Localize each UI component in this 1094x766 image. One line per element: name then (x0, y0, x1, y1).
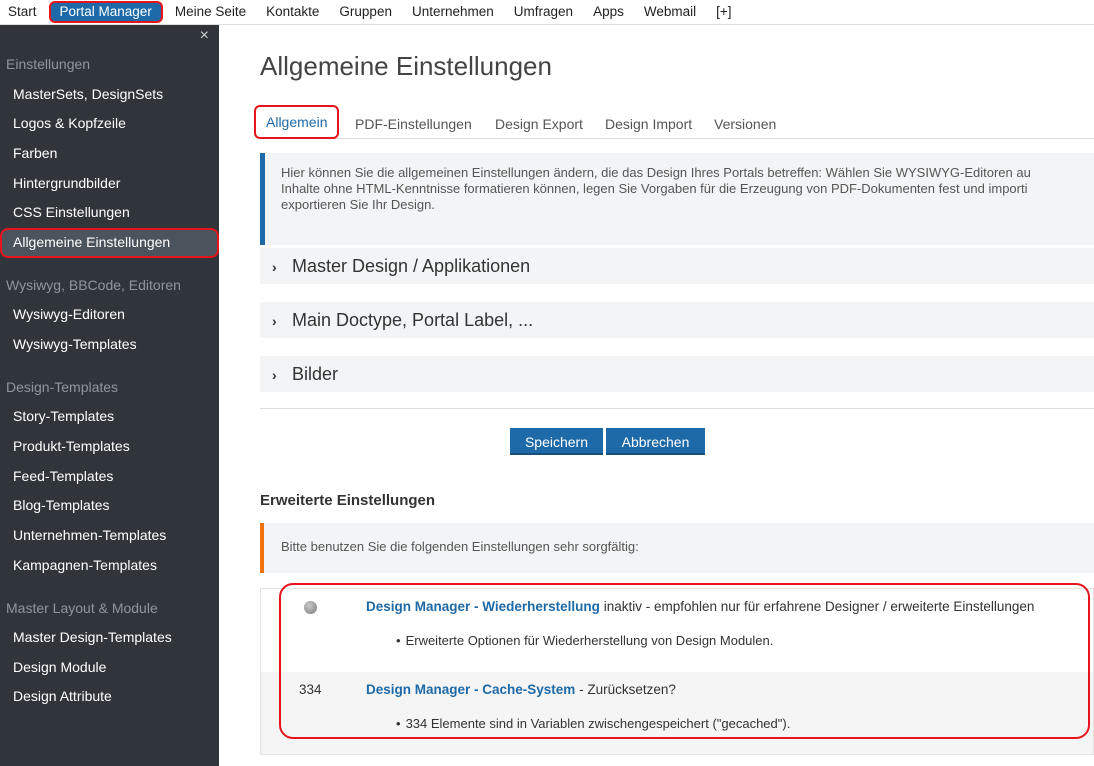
chevron-right-icon: › (272, 259, 277, 275)
sidebar-item-farben[interactable]: Farben (13, 145, 57, 161)
sidebar-item-allgemeine-einstellungen[interactable]: Allgemeine Einstellungen (13, 234, 170, 250)
nav-umfragen[interactable]: Umfragen (504, 0, 583, 24)
nav-portal-manager[interactable]: Portal Manager (48, 1, 163, 23)
sidebar-group-einstellungen: Einstellungen (6, 56, 91, 72)
sidebar-item-hintergrundbilder[interactable]: Hintergrundbilder (13, 175, 120, 191)
status-inactive-icon (304, 601, 317, 614)
info-line: exportieren Sie Ihr Design. (281, 197, 435, 212)
option-description: 334 Elemente sind in Variablen zwischeng… (396, 716, 791, 731)
nav-apps[interactable]: Apps (583, 0, 634, 24)
info-box: Hier können Sie die allgemeinen Einstell… (260, 153, 1094, 245)
tab-versionen[interactable]: Versionen (714, 111, 776, 137)
save-button[interactable]: Speichern (510, 428, 603, 455)
nav-unternehmen[interactable]: Unternehmen (402, 0, 504, 24)
sidebar-item-story-templates[interactable]: Story-Templates (13, 408, 114, 424)
tab-bar: Allgemein PDF-Einstellungen Design Expor… (254, 105, 1094, 139)
page-title: Allgemeine Einstellungen (260, 51, 552, 81)
option-description: Erweiterte Optionen für Wiederherstellun… (396, 633, 774, 648)
option-title: Design Manager - Cache-System - Zurückse… (366, 682, 676, 697)
divider (260, 408, 1094, 409)
tab-design-export[interactable]: Design Export (495, 111, 583, 137)
sidebar-item-kampagnen-templates[interactable]: Kampagnen-Templates (13, 557, 157, 573)
option-reset-text: - Zurücksetzen? (575, 682, 676, 697)
accordion-master-design[interactable]: › Master Design / Applikationen (260, 248, 1094, 284)
sidebar-item-master-design-templates[interactable]: Master Design-Templates (13, 629, 172, 645)
sidebar-item-wysiwyg-templates[interactable]: Wysiwyg-Templates (13, 336, 137, 352)
sidebar-item-design-module[interactable]: Design Module (13, 659, 106, 675)
warning-box: Bitte benutzen Sie die folgenden Einstel… (260, 523, 1094, 573)
tab-pdf-einstellungen[interactable]: PDF-Einstellungen (355, 111, 472, 137)
tab-allgemein[interactable]: Allgemein (254, 105, 340, 139)
nav-meine-seite[interactable]: Meine Seite (165, 0, 256, 24)
sidebar-item-css[interactable]: CSS Einstellungen (13, 204, 130, 220)
close-icon[interactable]: × (200, 27, 209, 45)
advanced-settings-heading: Erweiterte Einstellungen (260, 492, 436, 509)
option-title: Design Manager - Wiederherstellung inakt… (366, 599, 1034, 614)
nav-kontakte[interactable]: Kontakte (256, 0, 329, 24)
option-row-cache-system: 334 Design Manager - Cache-System - Zurü… (261, 672, 1093, 754)
nav-webmail[interactable]: Webmail (634, 0, 706, 24)
accordion-main-doctype[interactable]: › Main Doctype, Portal Label, ... (260, 302, 1094, 338)
sidebar-group-design-templates: Design-Templates (6, 379, 119, 395)
sidebar-group-master-layout: Master Layout & Module (6, 600, 158, 616)
cancel-button[interactable]: Abbrechen (606, 428, 705, 455)
info-line: Inhalte ohne HTML-Kenntnisse formatieren… (281, 181, 1028, 196)
accordion-label: Main Doctype, Portal Label, ... (292, 310, 534, 330)
accordion-label: Bilder (292, 364, 339, 384)
sidebar-item-wysiwyg-editoren[interactable]: Wysiwyg-Editoren (13, 306, 125, 322)
chevron-right-icon: › (272, 367, 277, 383)
sidebar-group-wysiwyg: Wysiwyg, BBCode, Editoren (6, 277, 181, 293)
option-link-wiederherstellung[interactable]: Design Manager - Wiederherstellung (366, 599, 600, 614)
nav-more[interactable]: [+] (706, 0, 741, 24)
info-line: Hier können Sie die allgemeinen Einstell… (281, 165, 1031, 180)
tab-design-import[interactable]: Design Import (605, 111, 692, 137)
sidebar-item-feed-templates[interactable]: Feed-Templates (13, 468, 113, 484)
nav-start[interactable]: Start (0, 0, 47, 24)
option-status-text: inaktiv - empfohlen nur für erfahrene De… (599, 599, 1035, 614)
nav-gruppen[interactable]: Gruppen (329, 0, 402, 24)
chevron-right-icon: › (272, 313, 277, 329)
option-count: 334 (299, 682, 322, 697)
sidebar-item-design-attribute[interactable]: Design Attribute (13, 688, 112, 704)
top-navigation: Start Portal Manager Meine Seite Kontakt… (0, 0, 1094, 25)
accordion-label: Master Design / Applikationen (292, 256, 531, 276)
option-row-wiederherstellung: Design Manager - Wiederherstellung inakt… (261, 589, 1093, 671)
sidebar-item-logos[interactable]: Logos & Kopfzeile (13, 115, 126, 131)
warning-text: Bitte benutzen Sie die folgenden Einstel… (281, 539, 639, 554)
sidebar: × Einstellungen MasterSets, DesignSets L… (0, 25, 219, 766)
advanced-options-list: Design Manager - Wiederherstellung inakt… (260, 588, 1094, 755)
sidebar-item-mastersets[interactable]: MasterSets, DesignSets (13, 86, 163, 102)
option-link-cache-system[interactable]: Design Manager - Cache-System (366, 682, 575, 697)
sidebar-item-blog-templates[interactable]: Blog-Templates (13, 497, 110, 513)
accordion-bilder[interactable]: › Bilder (260, 356, 1094, 392)
sidebar-item-produkt-templates[interactable]: Produkt-Templates (13, 438, 130, 454)
sidebar-item-unternehmen-templates[interactable]: Unternehmen-Templates (13, 527, 166, 543)
